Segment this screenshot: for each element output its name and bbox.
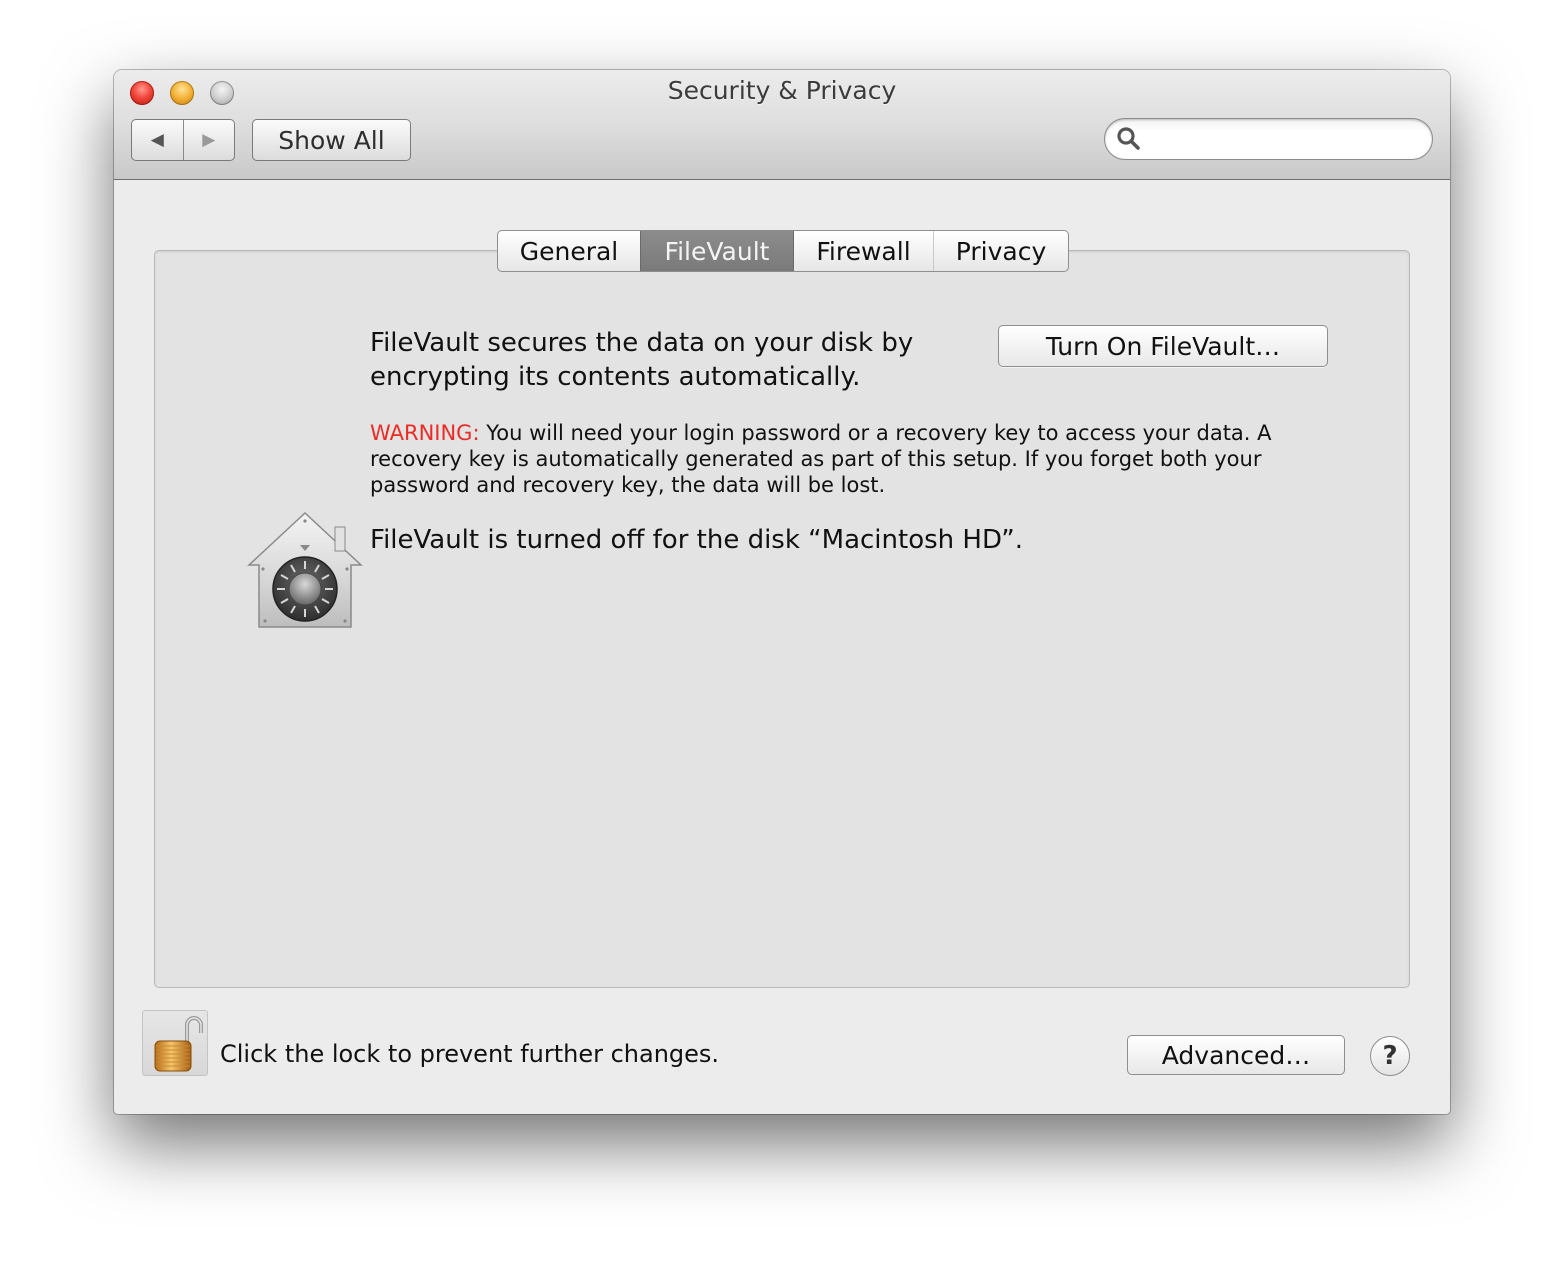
tab-bar: General FileVault Firewall Privacy [497,230,1069,272]
intro-line-1: FileVault secures the data on your disk … [370,328,914,358]
back-button[interactable]: ◀ [132,120,184,160]
intro-line-2: encrypting its contents automatically. [370,362,861,392]
warning-label: WARNING: [370,421,480,445]
tab-filevault[interactable]: FileVault [640,231,794,271]
show-all-button[interactable]: Show All [252,119,411,161]
warning-text: You will need your login password or a r… [370,421,1272,497]
help-icon: ? [1382,1041,1398,1071]
back-arrow-icon: ◀ [150,130,164,150]
forward-button[interactable]: ▶ [184,120,235,160]
filevault-status: FileVault is turned off for the disk “Ma… [370,525,1024,555]
filevault-description: FileVault secures the data on your disk … [370,326,960,394]
forward-arrow-icon: ▶ [202,130,216,150]
warning-message: WARNING: You will need your login passwo… [370,420,1290,498]
navigation-group: ◀ ▶ [131,119,235,161]
search-input[interactable] [1150,123,1432,155]
help-button[interactable]: ? [1370,1036,1410,1076]
window-title: Security & Privacy [667,76,897,105]
advanced-button[interactable]: Advanced… [1127,1035,1345,1075]
tab-firewall[interactable]: Firewall [794,231,934,271]
lock-button[interactable] [142,1010,208,1076]
turn-on-filevault-button[interactable]: Turn On FileVault… [998,325,1328,367]
lock-instruction: Click the lock to prevent further change… [220,1040,720,1068]
tab-privacy[interactable]: Privacy [934,231,1068,271]
tab-general[interactable]: General [498,231,640,271]
search-icon [1117,127,1140,150]
filevault-house-safe-icon [247,511,363,628]
unlocked-padlock-icon [154,1016,203,1072]
search-field[interactable] [1104,118,1433,160]
security-privacy-window: Security & Privacy ◀ ▶ Show All General … [114,70,1450,1114]
title-bar: Security & Privacy ◀ ▶ Show All [114,70,1450,180]
